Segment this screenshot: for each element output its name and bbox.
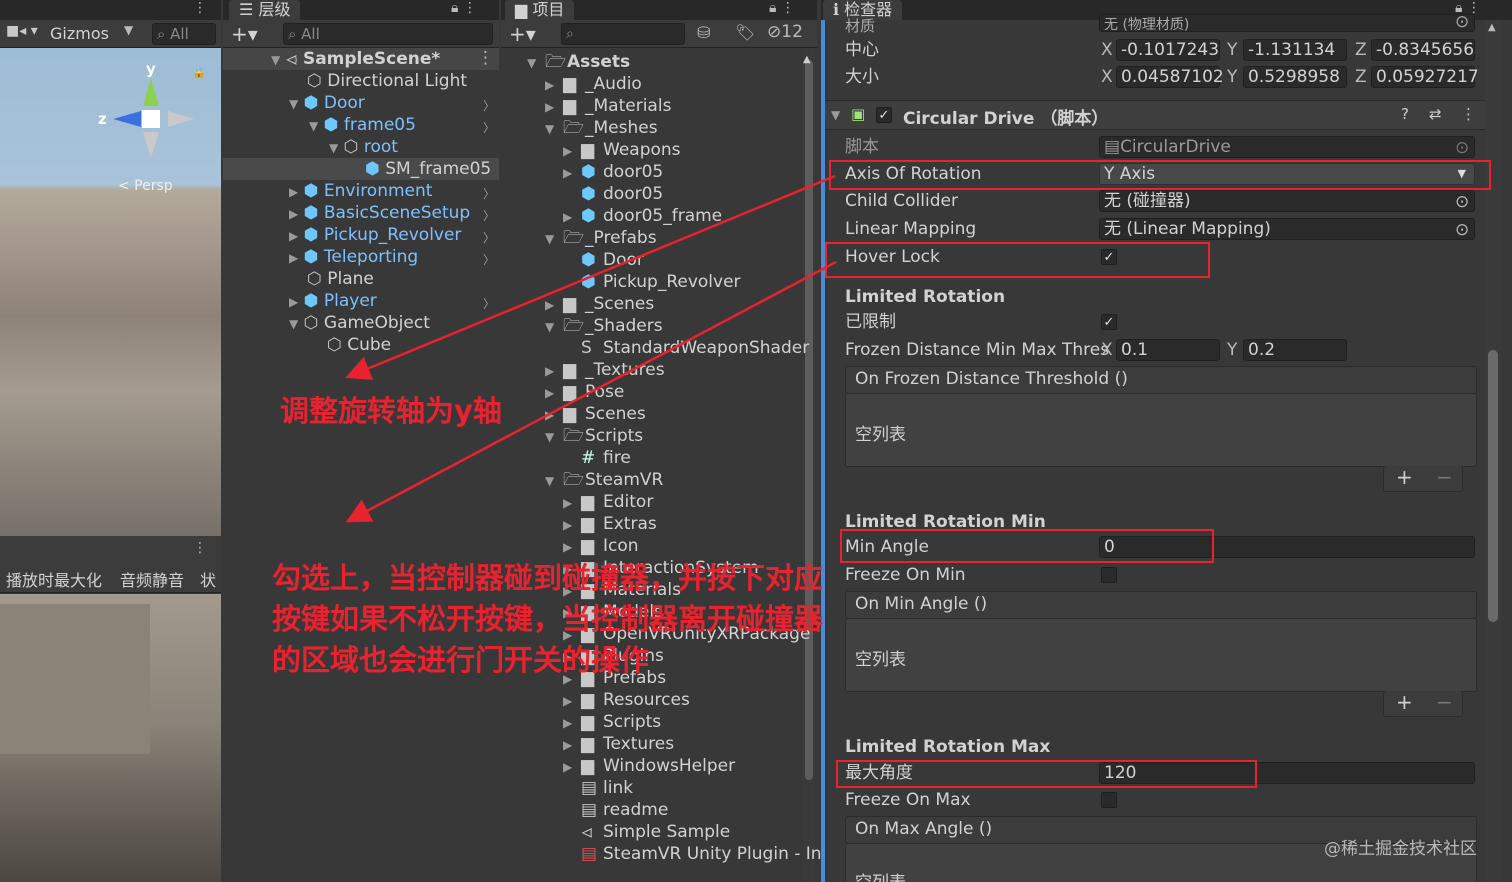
hover-lock-note: 勾选上，当控制器碰到碰撞器，并按下对应 按键如果不松开按键，当控制器离开碰撞器 … bbox=[272, 558, 823, 681]
watermark: @稀土掘金技术社区 bbox=[1324, 839, 1477, 859]
hover-lock-note-line-2: 按键如果不松开按键，当控制器离开碰撞器 bbox=[272, 602, 824, 636]
hover-lock-note-line-1: 勾选上，当控制器碰到碰撞器，并按下对应 bbox=[272, 561, 824, 595]
rotate-axis-note: 调整旋转轴为y轴 bbox=[280, 394, 502, 428]
hover-lock-note-line-3: 的区域也会进行门开关的操作 bbox=[272, 643, 650, 677]
annotation-arrows bbox=[345, 174, 837, 523]
arrow-axis bbox=[345, 174, 836, 380]
